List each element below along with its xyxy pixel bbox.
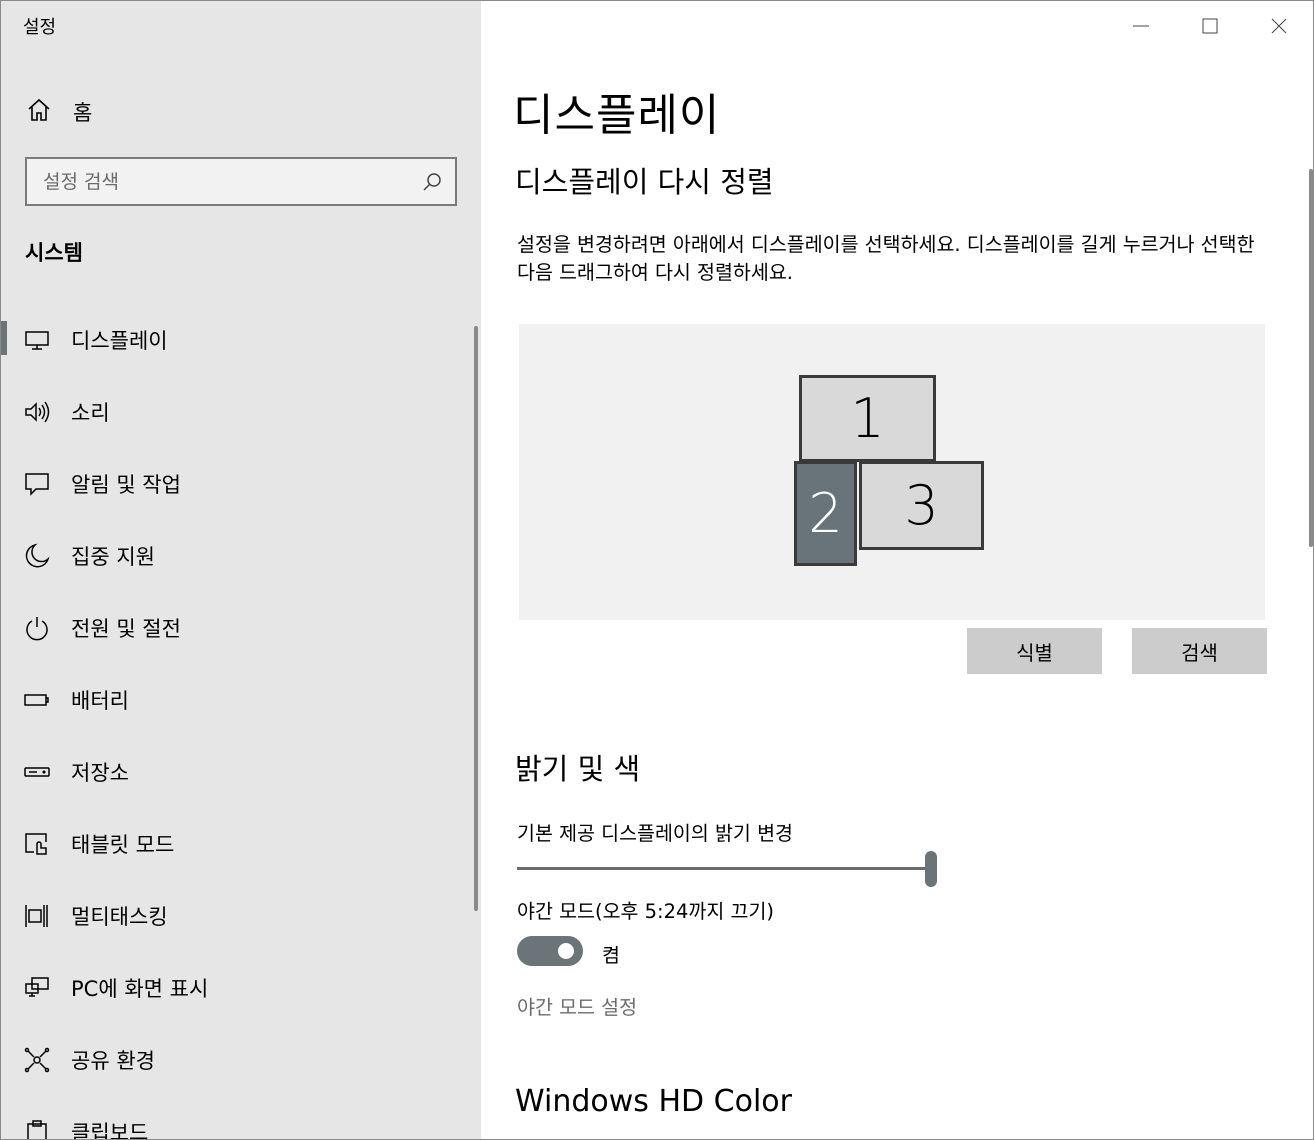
navigation-pane: 설정 홈 시스템 디스플레이 <box>1 1 481 1140</box>
sidebar-item-display[interactable]: 디스플레이 <box>1 303 471 375</box>
home-label: 홈 <box>73 101 93 125</box>
monitor-icon <box>23 326 51 354</box>
page-title: 디스플레이 <box>513 90 721 141</box>
sidebar-item-label: 저장소 <box>71 761 129 785</box>
settings-search-input[interactable] <box>27 159 407 204</box>
system-nav-list: 디스플레이 소리 알림 및 작업 집중 지원 전원 및 절전 배터리 저장소 태… <box>1 303 471 1140</box>
sidebar-item-clipboard[interactable]: 클립보드 <box>1 1095 471 1140</box>
settings-search-box[interactable] <box>25 157 457 206</box>
night-light-label: 야간 모드(오후 5:24까지 끄기) <box>517 900 775 923</box>
close-icon <box>1271 18 1287 34</box>
minimize-button[interactable] <box>1107 1 1176 49</box>
rearrange-description: 설정을 변경하려면 아래에서 디스플레이를 선택하세요. 디스플레이를 길게 누… <box>517 233 1255 284</box>
toggle-knob <box>558 943 574 959</box>
slider-thumb[interactable] <box>925 851 937 887</box>
home-icon <box>26 97 52 123</box>
monitor-number: 3 <box>904 474 939 537</box>
sidebar-item-label: 공유 환경 <box>71 1049 155 1073</box>
brightness-slider-label: 기본 제공 디스플레이의 밝기 변경 <box>517 822 793 845</box>
close-button[interactable] <box>1245 1 1313 49</box>
sidebar-item-label: PC에 화면 표시 <box>71 977 209 1001</box>
sidebar-item-label: 클립보드 <box>71 1121 149 1140</box>
power-icon <box>23 614 51 642</box>
sidebar-item-sound[interactable]: 소리 <box>1 375 471 447</box>
hd-color-heading: Windows HD Color <box>515 1084 792 1119</box>
clipboard-icon <box>23 1118 51 1139</box>
monitor-1[interactable]: 1 <box>799 375 936 462</box>
app-title: 설정 <box>23 17 57 38</box>
section-label-system: 시스템 <box>25 241 83 265</box>
slider-track[interactable] <box>517 867 931 870</box>
sidebar-item-label: 태블릿 모드 <box>71 833 175 857</box>
speaker-icon <box>23 398 51 426</box>
maximize-icon <box>1202 18 1218 34</box>
brightness-slider[interactable] <box>517 851 937 887</box>
storage-icon <box>23 758 51 786</box>
display-settings-page: 디스플레이 디스플레이 다시 정렬 설정을 변경하려면 아래에서 디스플레이를 … <box>481 1 1313 1139</box>
sidebar-item-project-to-pc[interactable]: PC에 화면 표시 <box>1 951 471 1023</box>
tablet-mode-icon <box>23 830 51 858</box>
project-icon <box>23 974 51 1002</box>
monitor-2[interactable]: 2 <box>794 461 857 566</box>
monitor-3[interactable]: 3 <box>859 461 984 550</box>
main-scrollbar[interactable] <box>1309 169 1313 547</box>
sidebar-item-label: 멀티태스킹 <box>71 905 168 929</box>
sidebar-item-label: 배터리 <box>71 689 129 713</box>
sidebar-item-label: 디스플레이 <box>71 329 168 353</box>
monitor-number: 2 <box>808 482 843 545</box>
search-icon[interactable] <box>421 171 443 193</box>
sidebar-item-label: 소리 <box>71 401 110 425</box>
sidebar-item-battery[interactable]: 배터리 <box>1 663 471 735</box>
sidebar-item-power-sleep[interactable]: 전원 및 절전 <box>1 591 471 663</box>
sidebar-item-shared-experiences[interactable]: 공유 환경 <box>1 1023 471 1095</box>
monitor-number: 1 <box>850 387 885 450</box>
nav-scrollbar[interactable] <box>474 326 478 911</box>
multitasking-icon <box>23 902 51 930</box>
minimize-icon <box>1133 25 1149 27</box>
brightness-color-heading: 밝기 및 색 <box>515 752 641 786</box>
sidebar-item-label: 알림 및 작업 <box>71 473 181 497</box>
night-light-settings-link[interactable]: 야간 모드 설정 <box>517 991 637 1020</box>
night-light-state: 켬 <box>602 944 620 967</box>
sidebar-item-label: 전원 및 절전 <box>71 617 181 641</box>
settings-window: 설정 홈 시스템 디스플레이 <box>0 0 1314 1140</box>
rearrange-heading: 디스플레이 다시 정렬 <box>515 165 774 199</box>
display-arrangement-area[interactable]: 1 3 2 <box>519 324 1265 620</box>
notification-icon <box>23 470 51 498</box>
sidebar-item-focus-assist[interactable]: 집중 지원 <box>1 519 471 591</box>
home-nav-item[interactable]: 홈 <box>1 89 481 131</box>
sidebar-item-label: 집중 지원 <box>71 545 155 569</box>
shared-experiences-icon <box>23 1046 51 1074</box>
identify-button[interactable]: 식별 <box>967 628 1102 674</box>
night-light-toggle[interactable] <box>517 936 583 966</box>
maximize-button[interactable] <box>1176 1 1245 49</box>
moon-icon <box>23 542 51 570</box>
sidebar-item-storage[interactable]: 저장소 <box>1 735 471 807</box>
sidebar-item-notifications[interactable]: 알림 및 작업 <box>1 447 471 519</box>
battery-icon <box>23 686 51 714</box>
sidebar-item-tablet-mode[interactable]: 태블릿 모드 <box>1 807 471 879</box>
detect-button[interactable]: 검색 <box>1132 628 1267 674</box>
sidebar-item-multitasking[interactable]: 멀티태스킹 <box>1 879 471 951</box>
